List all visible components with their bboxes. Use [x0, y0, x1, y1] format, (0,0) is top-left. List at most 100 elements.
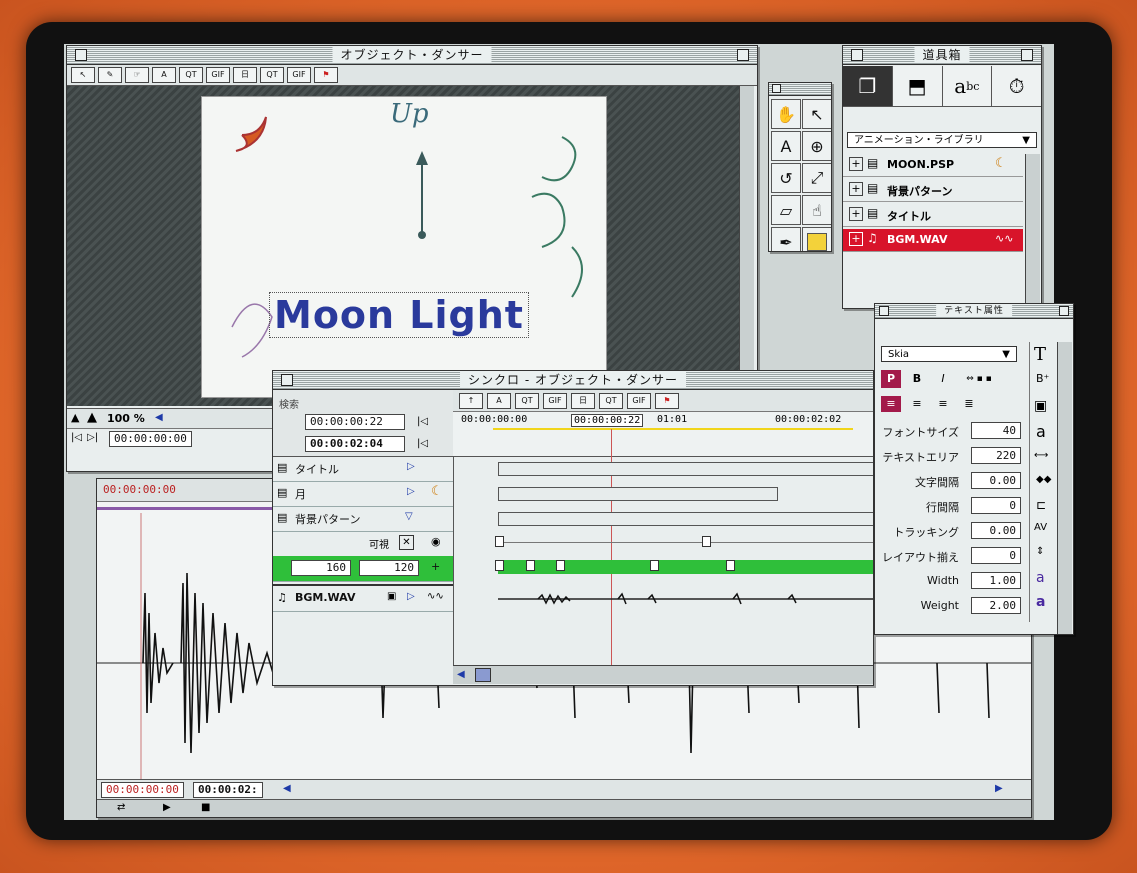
position-keyframe[interactable]: [650, 560, 659, 571]
tab-animation-icon[interactable]: ❐: [843, 66, 892, 106]
prop-value[interactable]: 0: [971, 497, 1021, 514]
eyedropper-icon[interactable]: ✒: [771, 227, 801, 251]
wave-start-timecode[interactable]: 00:00:00:00: [101, 782, 184, 798]
canvas[interactable]: Up Moon Light: [201, 96, 607, 398]
rotate-icon[interactable]: ↺: [771, 163, 801, 193]
speaker-icon[interactable]: ▣: [387, 591, 396, 602]
visible-checkbox[interactable]: ✕: [399, 535, 414, 550]
weight-icon[interactable]: a: [1036, 594, 1045, 610]
align-center-icon[interactable]: ≡: [907, 396, 927, 412]
sync-flag-icon[interactable]: ⚑: [655, 392, 679, 409]
text-props-titlebar[interactable]: テキスト属性: [875, 304, 1073, 319]
text-icon[interactable]: A: [771, 131, 801, 161]
tab-text-icon[interactable]: abc: [941, 66, 992, 106]
export-qt-button[interactable]: QT: [179, 67, 203, 83]
prop-value[interactable]: 40: [971, 422, 1021, 439]
hand-tool-button[interactable]: ☞: [125, 67, 149, 83]
sync-a-button[interactable]: A: [487, 392, 511, 409]
toolbox-titlebar[interactable]: 道具箱: [843, 46, 1041, 65]
pan-icon[interactable]: ☝: [802, 195, 831, 225]
canvas-title-text[interactable]: Moon Light: [269, 292, 529, 338]
track-title[interactable]: ▤ タイトル ▷: [273, 456, 453, 482]
bold-style-button[interactable]: B: [907, 370, 927, 388]
prop-value[interactable]: 0.00: [971, 472, 1021, 489]
font-select[interactable]: Skia ▼: [881, 346, 1017, 362]
layout-icon[interactable]: ⇕: [1036, 546, 1044, 557]
title-bar-clip[interactable]: [498, 462, 873, 476]
current-time-field[interactable]: 00:00:00:22: [305, 414, 405, 430]
expand-icon[interactable]: +: [849, 207, 863, 221]
wave-scroll-right-icon[interactable]: ▶: [995, 783, 1003, 795]
scroll-left-icon[interactable]: ◀: [457, 669, 465, 681]
pointer-tool-button[interactable]: ↖: [71, 67, 95, 83]
list-item-selected[interactable]: + ♫ BGM.WAV ∿∿: [843, 229, 1023, 252]
align-left-icon[interactable]: ≡: [881, 396, 901, 412]
flag-icon[interactable]: ⚑: [314, 67, 338, 83]
tab-object-icon[interactable]: ⬒: [891, 66, 942, 106]
list-item[interactable]: + ▤ MOON.PSP ☾: [843, 154, 1023, 177]
stop-icon[interactable]: ■: [201, 802, 210, 813]
main-titlebar[interactable]: オブジェクト・ダンサー: [67, 46, 757, 65]
position-keyframe[interactable]: [495, 560, 504, 571]
calendar-button[interactable]: 日: [233, 67, 257, 83]
sync-gif-button[interactable]: GIF: [543, 392, 567, 409]
expand-icon[interactable]: +: [849, 232, 863, 246]
visible-keyframe[interactable]: [495, 536, 504, 547]
play-icon[interactable]: ▶: [163, 802, 171, 813]
prop-value[interactable]: 1.00: [971, 572, 1021, 589]
tracking-icon[interactable]: AV: [1034, 522, 1047, 533]
library-select[interactable]: アニメーション・ライブラリ ▼: [847, 132, 1037, 148]
main-vertical-scrollbar[interactable]: [739, 86, 754, 406]
wave-scroll-left-icon[interactable]: ◀: [283, 783, 291, 795]
moon-bar-clip[interactable]: [498, 487, 778, 501]
toolbox-zoom-box[interactable]: [1021, 49, 1033, 61]
step-forward-icon[interactable]: ▷|: [87, 432, 98, 443]
sync-qt-button[interactable]: QT: [515, 392, 539, 409]
text-tool-button[interactable]: A: [152, 67, 176, 83]
loop-icon[interactable]: ⇄: [117, 802, 125, 813]
sync-gif2-button[interactable]: GIF: [627, 392, 651, 409]
zoom-icon[interactable]: ⊕: [802, 131, 831, 161]
close-box[interactable]: [75, 49, 87, 61]
prop-value[interactable]: 220: [971, 447, 1021, 464]
main-timecode[interactable]: 00:00:00:00: [109, 431, 192, 447]
expand-track-icon[interactable]: ▷: [407, 591, 415, 602]
list-item[interactable]: + ▤ タイトル: [843, 204, 1023, 227]
step-back-icon[interactable]: |◁: [417, 416, 428, 427]
zoom-box[interactable]: [737, 49, 749, 61]
mountain-large-icon[interactable]: ▲: [87, 410, 97, 425]
list-item[interactable]: + ▤ 背景パターン: [843, 179, 1023, 202]
text-width-icon[interactable]: ⟷: [1034, 450, 1048, 461]
track-moon[interactable]: ▤ 月 ▷ ☾: [273, 481, 453, 507]
export-gif-button[interactable]: GIF: [206, 67, 230, 83]
toolbox-close-box[interactable]: [851, 49, 863, 61]
expand-icon[interactable]: +: [849, 157, 863, 171]
align-right-icon[interactable]: ≡: [933, 396, 953, 412]
value-b-field[interactable]: 120: [359, 560, 419, 576]
collapse-track-icon[interactable]: ▽: [405, 511, 413, 522]
position-keyframe[interactable]: [526, 560, 535, 571]
zoom-arrow-icon[interactable]: ◀: [155, 412, 163, 424]
width-icon[interactable]: a: [1036, 570, 1045, 586]
wave-end-timecode[interactable]: 00:00:02:: [193, 782, 263, 798]
a-glyph-icon[interactable]: a: [1036, 422, 1046, 441]
step-back-icon[interactable]: |◁: [417, 438, 428, 449]
sync-qt2-button[interactable]: QT: [599, 392, 623, 409]
text-props-scrollbar[interactable]: [1057, 342, 1072, 634]
sync-calendar-button[interactable]: 日: [571, 392, 595, 409]
hand-icon[interactable]: ✋: [771, 99, 801, 129]
total-time-field[interactable]: 00:00:02:04: [305, 436, 405, 452]
prop-value[interactable]: 0: [971, 547, 1021, 564]
position-bar-clip[interactable]: [498, 560, 873, 574]
scroll-thumb[interactable]: [475, 668, 491, 682]
position-keyframe[interactable]: [556, 560, 565, 571]
gif-button[interactable]: GIF: [287, 67, 311, 83]
track-audio[interactable]: ♫ BGM.WAV ▣ ▷ ∿∿: [273, 584, 453, 612]
tools-close-box[interactable]: [772, 84, 781, 93]
expand-icon[interactable]: +: [849, 182, 863, 196]
value-a-field[interactable]: 160: [291, 560, 351, 576]
baseline-icon[interactable]: B⁺: [1036, 372, 1049, 385]
tab-timer-icon[interactable]: ⏱: [991, 66, 1041, 106]
expand-track-icon[interactable]: ▷: [407, 461, 415, 472]
prop-value[interactable]: 0.00: [971, 522, 1021, 539]
